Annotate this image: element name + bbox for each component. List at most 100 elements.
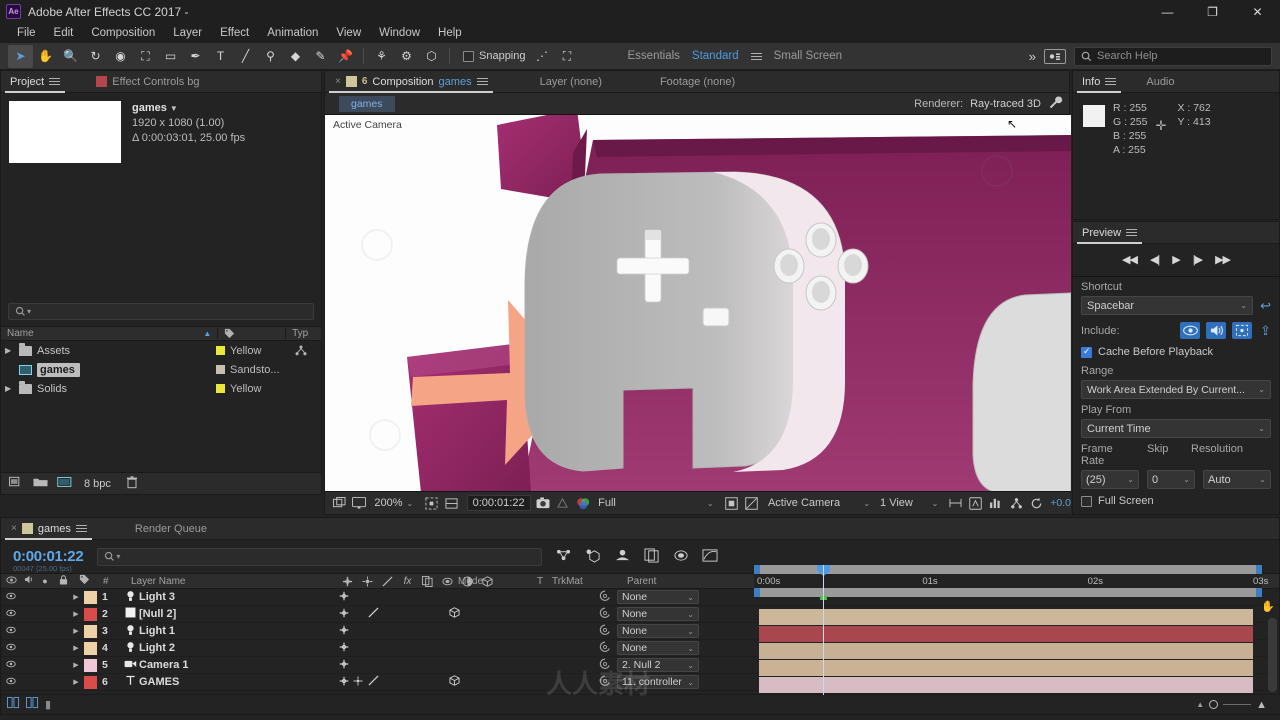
exposure-value[interactable]: +0.0 — [1050, 497, 1071, 509]
timeline-layer-row[interactable]: ▶ 1 Light 3 None ⌄ — [1, 589, 1279, 606]
layer-parent-select[interactable]: None ⌄ — [617, 590, 699, 604]
rotation-tool-icon[interactable]: ↻ — [83, 45, 108, 68]
selection-tool-icon[interactable]: ➤ — [8, 44, 33, 68]
timeline-layer-row[interactable]: ▶ 6 GAMES 11. controller ⌄ — [1, 674, 1279, 691]
grid-guides-icon[interactable] — [443, 495, 459, 511]
project-item-row[interactable]: ▶ Solids Yellow — [1, 379, 321, 398]
layer-controls-toggle[interactable] — [1232, 322, 1253, 339]
track-xy-camera-tool-icon[interactable]: ⚙ — [394, 45, 419, 68]
region-of-interest-icon[interactable] — [423, 495, 439, 511]
eraser-tool-icon[interactable]: ◆ — [283, 45, 308, 68]
layer-name[interactable]: [Null 2] — [139, 608, 337, 620]
label-color-swatch[interactable] — [216, 346, 225, 355]
layer-shy-switch[interactable] — [337, 625, 351, 638]
zoom-out-icon[interactable]: ▲ — [1196, 700, 1204, 709]
mask-visibility-icon[interactable] — [724, 495, 740, 511]
layer-parent-pickwhip[interactable] — [599, 658, 617, 673]
project-item-label[interactable]: Yellow — [216, 345, 286, 357]
search-help-field[interactable]: Search Help — [1074, 46, 1272, 66]
layer-name[interactable]: GAMES — [139, 676, 337, 688]
workspace-overflow-icon[interactable]: » — [1021, 49, 1044, 64]
layer-disclosure-icon[interactable]: ▶ — [68, 627, 84, 635]
resolution-value[interactable]: Full — [598, 497, 703, 509]
frame-rate-select[interactable]: (25) ⌄ — [1081, 470, 1139, 489]
timeline-panel-menu-icon[interactable] — [75, 523, 87, 534]
bounding-box-tool-icon[interactable]: ⛶ — [555, 45, 580, 68]
interpret-footage-icon[interactable] — [9, 476, 24, 491]
menu-item-animation[interactable]: Animation — [258, 25, 327, 41]
zoom-track[interactable] — [1223, 704, 1252, 705]
layer-visibility-toggle[interactable] — [1, 677, 21, 687]
new-composition-icon[interactable] — [57, 476, 72, 491]
layer-label-color[interactable] — [84, 658, 97, 672]
column-name[interactable]: Name ▲ — [1, 328, 217, 339]
camera-view-value[interactable]: Active Camera — [768, 497, 859, 509]
magnification-caret-icon[interactable]: ⌄ — [407, 499, 414, 508]
composition-dropdown-icon[interactable]: ▼ — [170, 104, 178, 113]
fast-previews-icon[interactable] — [968, 495, 984, 511]
new-folder-icon[interactable] — [33, 476, 48, 491]
layer-visibility-toggle[interactable] — [1, 592, 21, 602]
project-item-label[interactable]: Sandsto... — [216, 364, 286, 376]
zoom-in-icon[interactable]: ▲ — [1256, 699, 1267, 711]
tab-composition[interactable]: × 6 Composition games — [325, 71, 497, 93]
graph-editor-icon[interactable] — [702, 548, 718, 566]
pixel-aspect-correction-icon[interactable] — [947, 495, 963, 511]
label-color-swatch[interactable] — [216, 365, 225, 374]
layer-label-color[interactable] — [84, 675, 97, 689]
layer-parent-pickwhip[interactable] — [599, 675, 617, 690]
layer-parent-pickwhip[interactable] — [599, 607, 617, 622]
tab-preview[interactable]: Preview — [1073, 222, 1146, 244]
snapping-toggle[interactable]: Snapping — [463, 50, 526, 62]
fx-icon[interactable]: fx — [401, 576, 414, 587]
audio-toggle[interactable] — [1206, 322, 1227, 339]
layer-parent-select[interactable]: 11. controller ⌄ — [617, 675, 699, 689]
show-snapshot-icon[interactable] — [555, 495, 571, 511]
export-frame-icon[interactable]: ⇪ — [1260, 323, 1271, 339]
renderer-value[interactable]: Ray-traced 3D — [970, 98, 1041, 110]
tab-footage[interactable]: Footage (none) — [651, 71, 744, 93]
breadcrumb-games[interactable]: games — [339, 95, 395, 112]
shy-icon[interactable] — [341, 576, 354, 587]
lock-tab-icon[interactable]: 6 — [362, 76, 368, 87]
menu-item-effect[interactable]: Effect — [211, 25, 258, 41]
view-layout-caret-icon[interactable]: ⌄ — [932, 499, 939, 508]
tab-audio[interactable]: Audio — [1137, 71, 1183, 93]
maximize-button[interactable]: ❐ — [1190, 0, 1235, 23]
frame-blend-icon[interactable] — [421, 575, 434, 587]
layer-quality-switch[interactable] — [365, 607, 381, 621]
auto-align-tool-icon[interactable]: ⋰ — [530, 45, 555, 68]
layer-collapse-switch[interactable] — [351, 676, 365, 689]
layer-visibility-toggle[interactable] — [1, 643, 21, 653]
layer-parent-pickwhip[interactable] — [599, 624, 617, 639]
layer-parent-select[interactable]: 2. Null 2 ⌄ — [617, 658, 699, 672]
zoom-slider[interactable]: ▲ ▲ — [1196, 699, 1267, 711]
orbit-camera-tool-icon[interactable]: ◉ — [108, 45, 133, 68]
unified-camera-tool-icon[interactable]: ⚘ — [369, 45, 394, 68]
project-item-row[interactable]: ▶ Assets Yellow — [1, 341, 321, 360]
timeline-search-input[interactable]: ▾ — [97, 547, 543, 566]
zoom-tool-icon[interactable]: 🔍 — [58, 45, 83, 68]
layer-name[interactable]: Light 2 — [139, 642, 337, 654]
composition-panel-menu-icon[interactable] — [476, 76, 488, 87]
resolution-select[interactable]: Auto ⌄ — [1203, 470, 1271, 489]
menu-item-composition[interactable]: Composition — [82, 25, 164, 41]
pan-behind-tool-icon[interactable]: ⛶ — [133, 45, 158, 68]
track-z-camera-tool-icon[interactable]: ⬡ — [419, 45, 444, 68]
label-color-swatch[interactable] — [216, 384, 225, 393]
menu-item-layer[interactable]: Layer — [164, 25, 211, 41]
reset-shortcut-icon[interactable]: ↩ — [1260, 298, 1271, 314]
minimize-button[interactable]: — — [1145, 0, 1190, 23]
project-panel-menu-icon[interactable] — [49, 76, 61, 87]
skip-select[interactable]: 0 ⌄ — [1147, 470, 1195, 489]
layer-disclosure-icon[interactable]: ▶ — [68, 644, 84, 652]
column-type[interactable]: Typ — [285, 328, 321, 339]
layer-label-color[interactable] — [84, 641, 97, 655]
layer-disclosure-icon[interactable]: ▶ — [68, 593, 84, 601]
disclosure-triangle-icon[interactable]: ▶ — [5, 384, 14, 393]
search-dropdown-icon[interactable]: ▾ — [27, 307, 31, 316]
draft-3d-icon[interactable] — [585, 548, 601, 566]
info-panel-menu-icon[interactable] — [1105, 76, 1117, 87]
layer-name[interactable]: Camera 1 — [139, 659, 337, 671]
take-snapshot-icon[interactable] — [535, 495, 551, 511]
